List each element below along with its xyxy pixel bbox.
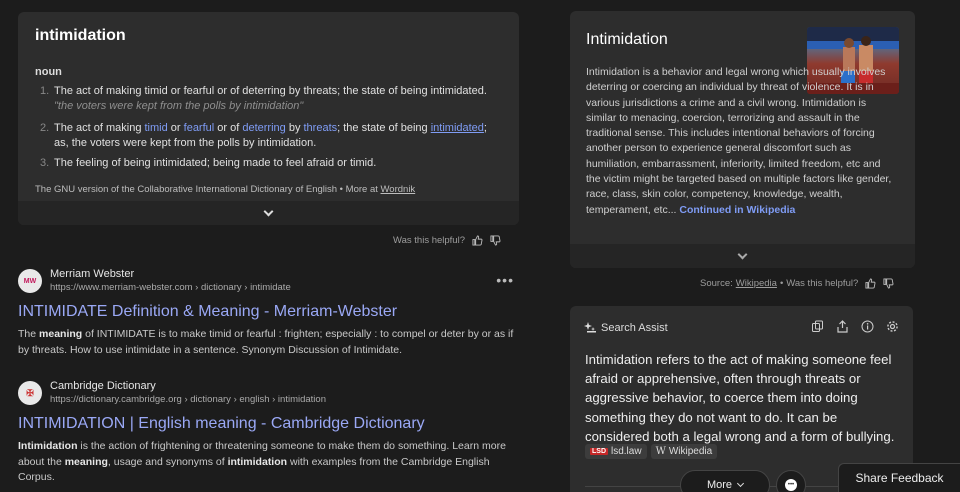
source-chips: LSD lsd.law W Wikipedia: [585, 444, 718, 459]
thumbs-up-icon[interactable]: [865, 278, 876, 289]
share-feedback-button[interactable]: Share Feedback: [838, 463, 960, 492]
result-title[interactable]: INTIMIDATION | English meaning - Cambrid…: [18, 414, 518, 434]
thumbs-down-icon[interactable]: [490, 235, 501, 246]
word-link-intimidated[interactable]: intimidated: [431, 122, 484, 134]
wiki-expand-button[interactable]: [570, 244, 915, 268]
wikipedia-source-link[interactable]: Wikipedia: [736, 278, 777, 289]
search-result: ✠ Cambridge Dictionary https://dictionar…: [18, 380, 518, 486]
dictionary-feedback: Was this helpful?: [393, 235, 501, 246]
definition-3: 3. The feeling of being intimidated; bein…: [40, 157, 377, 169]
chevron-down-icon: [263, 206, 274, 217]
more-options-icon[interactable]: •••: [496, 272, 514, 288]
result-site-name: Merriam Webster: [50, 268, 135, 280]
continue-wikipedia-link[interactable]: Continued in Wikipedia: [679, 204, 795, 216]
definition-2: 2. The act of making timid or fearful or …: [40, 122, 487, 149]
wikipedia-logo-icon: W: [655, 446, 666, 457]
chat-button[interactable]: •••: [776, 470, 806, 492]
result-header: MW Merriam Webster https://www.merriam-w…: [18, 268, 518, 294]
dictionary-source: The GNU version of the Collaborative Int…: [35, 184, 416, 195]
result-title[interactable]: INTIMIDATE Definition & Meaning - Merria…: [18, 302, 518, 322]
wikipedia-card: Intimidation Intimidation is a behavior …: [570, 11, 915, 268]
chevron-down-icon: [736, 479, 745, 488]
source-chip-lsd[interactable]: LSD lsd.law: [585, 444, 647, 459]
definition-example: "the voters were kept from the polls by …: [54, 100, 304, 112]
info-icon[interactable]: [861, 320, 874, 333]
word-link-fearful[interactable]: fearful: [184, 122, 215, 134]
word-link-threats[interactable]: threats: [304, 122, 338, 134]
part-of-speech: noun: [35, 66, 62, 78]
lsd-logo-icon: LSD: [590, 448, 608, 455]
wordnik-link[interactable]: Wordnik: [381, 184, 416, 195]
cambridge-favicon: ✠: [18, 381, 42, 405]
wiki-title: Intimidation: [586, 31, 668, 48]
dictionary-word: intimidation: [35, 27, 126, 44]
gear-icon[interactable]: [886, 320, 899, 333]
result-header: ✠ Cambridge Dictionary https://dictionar…: [18, 380, 518, 406]
search-assist-header: Search Assist: [584, 321, 668, 334]
result-url[interactable]: https://dictionary.cambridge.org › dicti…: [50, 393, 326, 406]
copy-icon[interactable]: [811, 320, 824, 333]
dictionary-card: intimidation noun 1. The act of making ti…: [18, 12, 519, 225]
chevron-down-icon: [737, 249, 748, 260]
word-link-deterring[interactable]: deterring: [242, 122, 285, 134]
result-url[interactable]: https://www.merriam-webster.com › dictio…: [50, 281, 291, 294]
sparkle-icon: [584, 322, 596, 333]
dictionary-expand-button[interactable]: [18, 201, 519, 225]
search-assist-actions: [811, 320, 899, 333]
thumbs-up-icon[interactable]: [472, 235, 483, 246]
wiki-feedback: Source: Wikipedia • Was this helpful?: [700, 278, 894, 289]
share-icon[interactable]: [836, 320, 849, 333]
search-assist-answer: Intimidation refers to the act of making…: [585, 352, 895, 444]
search-result: MW Merriam Webster https://www.merriam-w…: [18, 268, 518, 358]
wiki-summary: Intimidation is a behavior and legal wro…: [586, 66, 892, 216]
result-snippet: Intimidation is the action of frightenin…: [18, 440, 506, 483]
chat-icon: •••: [785, 479, 797, 491]
more-button[interactable]: More: [680, 470, 770, 492]
word-link-timid[interactable]: timid: [145, 122, 168, 134]
result-snippet: The meaning of INTIMIDATE is to make tim…: [18, 328, 514, 356]
result-site-name: Cambridge Dictionary: [50, 380, 156, 392]
thumbs-down-icon[interactable]: [883, 278, 894, 289]
source-chip-wikipedia[interactable]: W Wikipedia: [650, 444, 718, 459]
definition-1: 1. The act of making timid or fearful or …: [40, 84, 500, 114]
merriam-webster-favicon: MW: [18, 269, 42, 293]
